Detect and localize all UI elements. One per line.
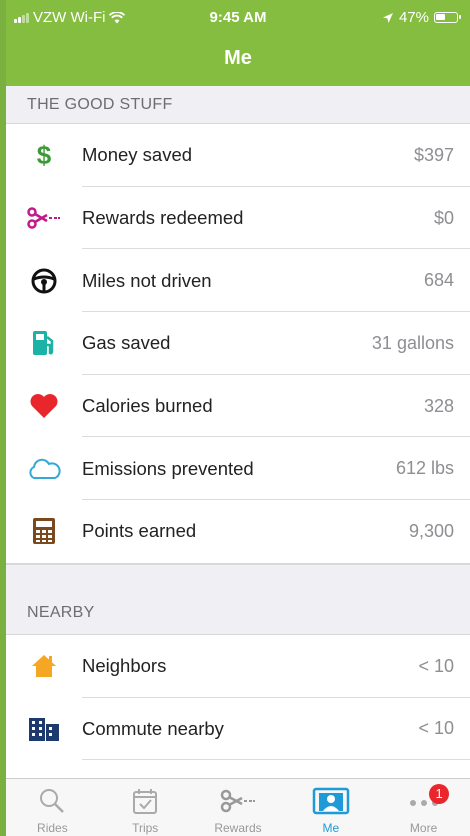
list-item-rewards-redeemed[interactable]: Rewards redeemed $0 — [6, 187, 470, 250]
row-label: Gas saved — [82, 332, 171, 354]
house-icon — [6, 653, 82, 679]
scissors-icon — [220, 789, 255, 813]
row-value: $397 — [413, 144, 454, 165]
list-item-points-earned[interactable]: Points earned 9,300 — [6, 500, 470, 563]
row-label: Neighbors — [82, 655, 167, 677]
tab-more[interactable]: 1 More — [377, 779, 470, 836]
steering-wheel-icon — [6, 268, 82, 294]
tab-trips[interactable]: Trips — [99, 779, 192, 836]
list-item-miles-not-driven[interactable]: Miles not driven 684 — [6, 249, 470, 312]
location-arrow-icon — [382, 12, 393, 23]
profile-card-icon — [312, 787, 350, 815]
row-label: Points earned — [82, 520, 197, 542]
row-value: < 10 — [418, 655, 454, 676]
building-icon — [6, 716, 82, 742]
calendar-check-icon — [133, 789, 158, 814]
tab-label: Me — [322, 821, 340, 835]
gas-pump-icon — [6, 329, 82, 357]
app-screen: VZW Wi-Fi 9:45 AM 47% Me THE GOOD STUFF … — [6, 0, 470, 836]
tab-label: More — [409, 821, 438, 835]
notification-badge: 1 — [429, 784, 450, 804]
row-label: Emissions prevented — [82, 457, 254, 479]
section-header-nearby: NEARBY — [6, 563, 470, 634]
battery-icon — [434, 12, 461, 23]
section-header-good-stuff: THE GOOD STUFF — [6, 86, 470, 123]
calculator-icon — [6, 517, 82, 545]
heart-icon — [6, 393, 82, 419]
dollar-icon: $ — [6, 141, 82, 169]
status-bar: VZW Wi-Fi 9:45 AM 47% — [6, 0, 470, 38]
tab-bar: Rides Trips Rewards Me 1 More — [6, 778, 470, 836]
tab-rides[interactable]: Rides — [6, 779, 99, 836]
list-item-neighbors[interactable]: Neighbors < 10 — [6, 635, 470, 698]
row-value: 684 — [423, 270, 454, 291]
list-item-calories-burned[interactable]: Calories burned 328 — [6, 375, 470, 438]
row-value: 9,300 — [408, 520, 454, 541]
row-value: 31 gallons — [371, 332, 454, 353]
row-label: Miles not driven — [82, 269, 212, 291]
tab-label: Rewards — [214, 821, 262, 835]
tab-label: Trips — [132, 821, 159, 835]
row-label: Calories burned — [82, 395, 213, 417]
good-stuff-list: $ Money saved $397 Rewards redeemed $0 M… — [6, 123, 470, 564]
battery-percent: 47% — [398, 9, 429, 26]
nav-bar: Me — [6, 38, 470, 86]
list-item-commute-nearby[interactable]: Commute nearby < 10 — [6, 698, 470, 761]
list-item-emissions-prevented[interactable]: Emissions prevented 612 lbs — [6, 437, 470, 500]
cloud-icon — [6, 457, 82, 481]
tab-rewards[interactable]: Rewards — [192, 779, 285, 836]
page-title: Me — [224, 47, 252, 69]
row-label: Rewards redeemed — [82, 207, 244, 229]
search-icon — [40, 789, 65, 813]
tab-label: Rides — [37, 821, 68, 835]
tab-me[interactable]: Me — [284, 779, 377, 836]
list-item-money-saved[interactable]: $ Money saved $397 — [6, 124, 470, 187]
scissors-icon — [6, 207, 82, 229]
battery-area: 47% — [382, 9, 461, 26]
row-value: 612 lbs — [395, 458, 454, 479]
row-value: < 10 — [418, 718, 454, 739]
svg-text:$: $ — [37, 141, 52, 169]
list-item-gas-saved[interactable]: Gas saved 31 gallons — [6, 312, 470, 375]
row-value: $0 — [433, 207, 454, 228]
row-label: Commute nearby — [82, 717, 224, 739]
row-label: Money saved — [82, 144, 193, 166]
row-value: 328 — [423, 395, 454, 416]
content-scroll[interactable]: THE GOOD STUFF $ Money saved $397 Reward… — [6, 86, 470, 824]
